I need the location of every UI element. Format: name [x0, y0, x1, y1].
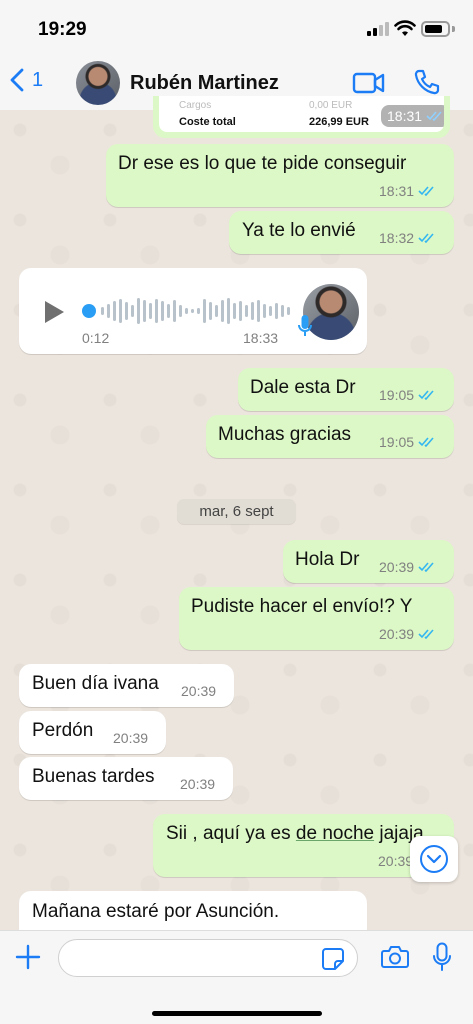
double-check-icon	[418, 562, 434, 572]
message-time: 18:31	[379, 183, 415, 199]
composer-bar	[0, 930, 473, 1024]
receipt-total-label: Coste total	[179, 116, 236, 128]
message-time: 20:39	[181, 683, 217, 699]
message-time: 20:39	[378, 853, 414, 869]
play-icon[interactable]	[43, 300, 65, 324]
sticker-icon[interactable]	[321, 947, 345, 971]
battery-icon	[421, 21, 450, 37]
receipt-row-value: 0,00 EUR	[309, 100, 353, 111]
message-bubble-outgoing[interactable]: Pudiste hacer el envío!? Y 20:39	[179, 587, 454, 650]
voice-duration: 0:12	[82, 330, 110, 346]
message-text: Buenas tardes	[32, 766, 155, 787]
receipt-total-value: 226,99 EUR	[309, 116, 369, 128]
message-input[interactable]	[58, 939, 358, 977]
unread-count: 1	[32, 68, 44, 91]
message-time: 19:05	[379, 387, 415, 403]
message-bubble-outgoing[interactable]: Ya te lo envié 18:32	[229, 211, 454, 254]
message-bubble-outgoing[interactable]: Sii , aquí ya es de noche jajaja 20:39	[153, 814, 454, 877]
message-bubble-incoming[interactable]: Mañana estaré por Asunción.	[19, 891, 367, 931]
message-text: Dr ese es lo que te pide conseguir	[118, 153, 407, 174]
message-time: 20:39	[379, 626, 415, 642]
message-text: Perdón	[32, 720, 94, 741]
double-check-icon	[418, 437, 434, 447]
receipt-image[interactable]: Cargos 0,00 EUR Coste total 226,99 EUR 1…	[159, 96, 444, 132]
message-bubble-outgoing[interactable]: Dr ese es lo que te pide conseguir 18:31	[106, 144, 454, 207]
status-bar: 19:29	[0, 0, 473, 54]
message-bubble-incoming[interactable]: Buen día ivana 20:39	[19, 664, 234, 707]
message-meta: 19:05	[379, 387, 436, 403]
message-meta: 19:05	[379, 434, 436, 450]
back-button[interactable]: 1	[10, 68, 43, 92]
message-meta: 20:39	[379, 559, 436, 575]
playback-progress-knob[interactable]	[82, 304, 96, 318]
message-text: Pudiste hacer el envío!? Y	[191, 596, 413, 617]
message-text: Mañana estaré por Asunción.	[32, 901, 280, 922]
home-indicator	[152, 1011, 322, 1016]
time-text: 18:31	[387, 108, 423, 124]
chevron-left-icon	[10, 68, 24, 92]
plus-icon[interactable]	[14, 943, 42, 971]
microphone-icon[interactable]	[432, 942, 452, 972]
double-check-icon	[418, 629, 434, 639]
message-bubble-incoming[interactable]: Perdón 20:39	[19, 711, 166, 754]
contact-avatar[interactable]	[76, 61, 120, 105]
chevron-down-circle-icon	[420, 845, 448, 873]
message-time: 20:39	[180, 776, 216, 792]
scroll-to-bottom-button[interactable]	[410, 836, 458, 882]
message-time: 18:31	[381, 105, 444, 127]
message-text: Hola Dr	[295, 549, 360, 570]
message-meta: 18:31	[379, 183, 436, 199]
status-time: 19:29	[38, 19, 87, 40]
message-text: Dale esta Dr	[250, 377, 356, 398]
message-text-part: Sii , aquí ya es	[166, 823, 296, 844]
signal-icon	[367, 22, 389, 36]
waveform[interactable]	[99, 296, 299, 326]
video-call-icon[interactable]	[352, 70, 386, 96]
double-check-icon	[426, 111, 442, 121]
microphone-icon	[298, 315, 312, 336]
message-meta: 20:39	[379, 626, 436, 642]
image-message[interactable]: Cargos 0,00 EUR Coste total 226,99 EUR 1…	[153, 96, 450, 138]
voice-message[interactable]: 0:12 18:33	[19, 268, 367, 354]
phone-icon[interactable]	[413, 68, 441, 96]
receipt-row-label: Cargos	[179, 100, 212, 111]
message-bubble-incoming[interactable]: Buenas tardes 20:39	[19, 757, 233, 800]
date-separator: mar, 6 sept	[177, 499, 296, 524]
battery-cap	[452, 26, 455, 32]
message-time: 18:33	[243, 330, 279, 346]
message-text: Ya te lo envié	[242, 220, 356, 241]
message-time: 20:39	[379, 559, 415, 575]
message-time: 20:39	[113, 730, 149, 746]
message-bubble-outgoing[interactable]: Muchas gracias 19:05	[206, 415, 454, 458]
message-time: 19:05	[379, 434, 415, 450]
message-bubble-outgoing[interactable]: Dale esta Dr 19:05	[238, 368, 454, 411]
message-meta: 18:32	[379, 230, 436, 246]
camera-icon[interactable]	[381, 945, 409, 969]
message-text: Sii , aquí ya es de noche jajaja	[166, 823, 424, 845]
message-bubble-outgoing[interactable]: Hola Dr 20:39	[283, 540, 454, 583]
underlined-phrase[interactable]: de noche	[296, 823, 374, 844]
wifi-icon	[394, 20, 416, 36]
message-text: Muchas gracias	[218, 424, 352, 445]
message-text: Buen día ivana	[32, 673, 159, 694]
message-time: 18:32	[379, 230, 415, 246]
double-check-icon	[418, 233, 434, 243]
contact-name[interactable]: Rubén Martinez	[130, 72, 279, 95]
double-check-icon	[418, 186, 434, 196]
double-check-icon	[418, 390, 434, 400]
